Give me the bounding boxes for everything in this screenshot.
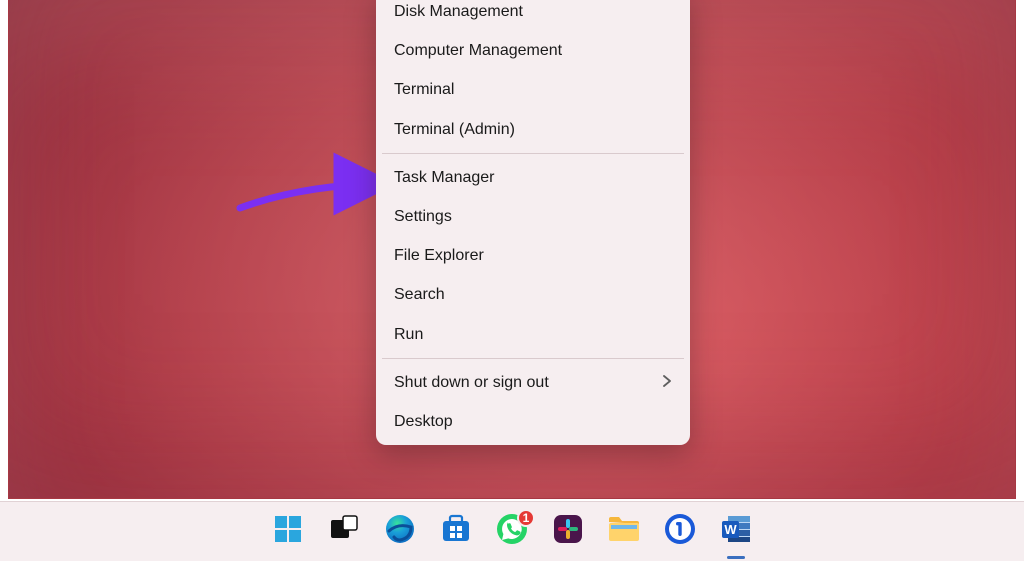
- taskbar: 1: [0, 501, 1024, 561]
- menu-separator: [382, 358, 684, 359]
- menu-item-shut-down-or-sign-out[interactable]: Shut down or sign out: [380, 363, 686, 402]
- menu-item-file-explorer[interactable]: File Explorer: [380, 236, 686, 275]
- microsoft-store-icon: [440, 513, 472, 550]
- taskbar-file-explorer[interactable]: [603, 511, 645, 553]
- taskbar-edge[interactable]: [379, 511, 421, 553]
- menu-item-label: Search: [394, 285, 445, 304]
- chevron-right-icon: [662, 374, 672, 391]
- menu-item-label: Task Manager: [394, 168, 495, 187]
- taskbar-1password[interactable]: [659, 511, 701, 553]
- taskbar-word[interactable]: W: [715, 511, 757, 553]
- slack-icon: [552, 513, 584, 550]
- taskbar-whatsapp[interactable]: 1: [491, 511, 533, 553]
- menu-item-label: Shut down or sign out: [394, 373, 549, 392]
- menu-item-label: Terminal (Admin): [394, 120, 515, 139]
- menu-item-run[interactable]: Run: [380, 315, 686, 354]
- notification-badge: 1: [517, 509, 535, 527]
- edge-icon: [384, 513, 416, 550]
- menu-item-settings[interactable]: Settings: [380, 197, 686, 236]
- menu-item-terminal-admin[interactable]: Terminal (Admin): [380, 110, 686, 149]
- taskbar-start-button[interactable]: [267, 511, 309, 553]
- menu-item-label: Run: [394, 325, 423, 344]
- menu-item-search[interactable]: Search: [380, 275, 686, 314]
- task-view-icon: [329, 514, 359, 549]
- menu-item-terminal[interactable]: Terminal: [380, 70, 686, 109]
- onepassword-icon: [664, 513, 696, 550]
- menu-item-task-manager[interactable]: Task Manager: [380, 158, 686, 197]
- menu-item-computer-management[interactable]: Computer Management: [380, 31, 686, 70]
- taskbar-task-view[interactable]: [323, 511, 365, 553]
- svg-text:W: W: [724, 522, 737, 537]
- word-icon: W: [720, 513, 752, 550]
- menu-item-desktop[interactable]: Desktop: [380, 402, 686, 441]
- menu-item-label: Terminal: [394, 80, 454, 99]
- taskbar-pinned-area: 1: [257, 511, 767, 553]
- file-explorer-icon: [607, 514, 641, 549]
- menu-item-label: Computer Management: [394, 41, 562, 60]
- menu-item-label: Desktop: [394, 412, 453, 431]
- active-app-indicator: [727, 556, 745, 559]
- taskbar-slack[interactable]: [547, 511, 589, 553]
- start-icon: [273, 514, 303, 549]
- menu-item-label: Disk Management: [394, 2, 523, 21]
- taskbar-microsoft-store[interactable]: [435, 511, 477, 553]
- winx-context-menu: Disk Management Computer Management Term…: [376, 0, 690, 445]
- menu-separator: [382, 153, 684, 154]
- menu-item-disk-management[interactable]: Disk Management: [380, 0, 686, 31]
- menu-item-label: File Explorer: [394, 246, 484, 265]
- menu-item-label: Settings: [394, 207, 452, 226]
